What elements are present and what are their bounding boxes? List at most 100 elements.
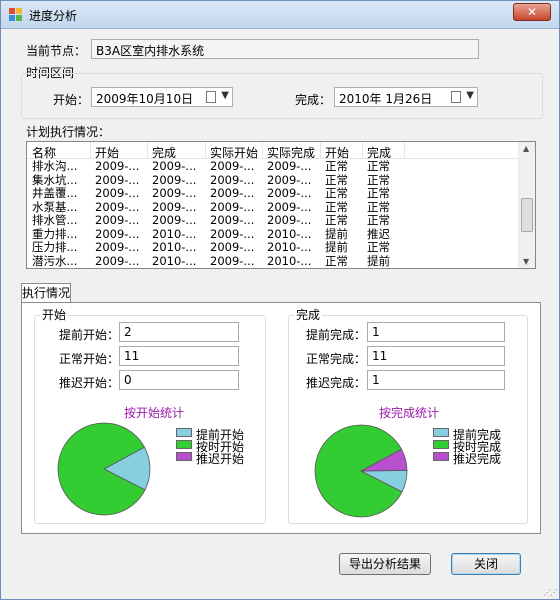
export-results-button[interactable]: 导出分析结果 <box>339 553 431 575</box>
table-row[interactable]: 潜污水... 2009-... 2010-... 2009-... 2010-... 正常… <box>27 253 519 268</box>
legend-swatch <box>433 440 449 449</box>
table-cell: 2009-... <box>267 172 312 187</box>
table-cell: 正常 <box>367 213 390 227</box>
calendar-icon <box>206 91 216 103</box>
table-cell: 2010-... <box>152 240 197 254</box>
table-cell: 潜污水... <box>32 253 78 268</box>
close-button[interactable]: 关闭 <box>451 553 521 575</box>
start-pie-chart <box>57 422 151 516</box>
table-cell: 正常 <box>367 240 390 254</box>
table-cell: 2010-... <box>267 240 312 254</box>
start-chart-title: 按开始统计 <box>124 406 185 420</box>
scroll-up-icon[interactable]: ▲ <box>523 144 529 153</box>
table-cell: 2009-... <box>210 159 255 173</box>
table-cell: 2009-... <box>152 213 197 227</box>
scroll-thumb[interactable] <box>521 198 533 232</box>
table-cell: 提前 <box>325 240 348 254</box>
early-start-field[interactable]: 2 <box>119 322 239 342</box>
table-cell: 2009-... <box>210 213 255 227</box>
table-row[interactable]: 排水沟... 2009-... 2009-... 2009-... 2009-... 正常… <box>27 160 519 173</box>
table-cell: 正常 <box>325 213 348 227</box>
early-start-label: 提前开始： <box>59 328 120 342</box>
legend-label: 推迟完成 <box>453 452 502 466</box>
title-bar: 进度分析 ✕ <box>1 1 559 29</box>
table-cell: 正常 <box>367 186 390 200</box>
plan-list[interactable]: 名称 开始 完成 实际开始 实际完成 开始 完成 排水沟... 2009-... 2… <box>26 141 536 269</box>
late-end-field[interactable]: 1 <box>367 370 505 390</box>
table-cell: 2009-... <box>152 172 197 187</box>
table-row[interactable]: 水泵基... 2009-... 2009-... 2009-... 2009-... 正常… <box>27 199 519 214</box>
resize-grip-icon[interactable]: ⋰⋰ <box>543 588 558 597</box>
close-window-button[interactable]: ✕ <box>513 3 551 21</box>
table-cell: 正常 <box>325 186 348 200</box>
scroll-down-icon[interactable]: ▼ <box>523 257 529 266</box>
end-chart-title: 按完成统计 <box>379 406 440 420</box>
late-start-field[interactable]: 0 <box>119 370 239 390</box>
table-cell: 2009-... <box>95 199 140 214</box>
table-cell: 2009-... <box>267 199 312 214</box>
table-cell: 2009-... <box>267 159 312 173</box>
table-cell: 排水管... <box>32 213 78 227</box>
early-end-field[interactable]: 1 <box>367 322 505 342</box>
table-cell: 集水坑... <box>32 172 78 187</box>
table-row[interactable]: 重力排... 2009-... 2010-... 2009-... 2010-... 提前… <box>27 226 519 241</box>
table-cell: 正常 <box>367 159 390 173</box>
normal-start-label: 正常开始： <box>59 352 120 366</box>
early-end-label: 提前完成： <box>306 328 367 342</box>
window-title: 进度分析 <box>29 9 78 23</box>
tab-execution-status[interactable]: 执行情况 <box>21 283 71 303</box>
normal-end-field[interactable]: 11 <box>367 346 505 366</box>
table-cell: 2009-... <box>267 186 312 200</box>
late-end-label: 推迟完成： <box>306 376 367 390</box>
table-cell: 2009-... <box>210 240 255 254</box>
vertical-scrollbar[interactable]: ▲ ▼ <box>518 142 535 268</box>
table-row[interactable]: 压力排... 2009-... 2010-... 2009-... 2010-... 提前… <box>27 241 519 254</box>
table-cell: 提前 <box>325 226 348 241</box>
table-cell: 2009-... <box>152 159 197 173</box>
table-cell: 2009-... <box>210 172 255 187</box>
table-cell: 2010-... <box>152 253 197 268</box>
table-cell: 2009-... <box>152 186 197 200</box>
table-cell: 2009-... <box>95 159 140 173</box>
table-cell: 2010-... <box>267 253 312 268</box>
end-date-label: 完成： <box>295 93 332 107</box>
chevron-down-icon: ▼ <box>221 90 229 101</box>
calendar-icon <box>451 91 461 103</box>
table-cell: 正常 <box>325 172 348 187</box>
table-cell: 正常 <box>325 253 348 268</box>
table-cell: 提前 <box>367 253 390 268</box>
table-cell: 2009-... <box>95 226 140 241</box>
table-cell: 正常 <box>367 172 390 187</box>
table-cell: 2009-... <box>210 226 255 241</box>
start-date-picker[interactable]: 2009年10月10日 ▼ <box>91 87 233 107</box>
table-cell: 2010-... <box>267 226 312 241</box>
legend-swatch <box>176 452 192 461</box>
table-row[interactable]: 排水管... 2009-... 2009-... 2009-... 2009-... 正常… <box>27 214 519 227</box>
list-header: 名称 开始 完成 实际开始 实际完成 开始 完成 <box>27 142 519 160</box>
table-cell: 正常 <box>325 159 348 173</box>
table-cell: 2009-... <box>267 213 312 227</box>
table-cell: 井盖覆... <box>32 186 78 200</box>
table-cell: 正常 <box>367 199 390 214</box>
table-cell: 推迟 <box>367 226 390 241</box>
table-cell: 2009-... <box>152 199 197 214</box>
legend-swatch <box>433 428 449 437</box>
table-row[interactable]: 集水坑... 2009-... 2009-... 2009-... 2009-... 正常… <box>27 172 519 187</box>
legend-swatch <box>176 440 192 449</box>
table-row[interactable]: 井盖覆... 2009-... 2009-... 2009-... 2009-... 正常… <box>27 187 519 200</box>
table-cell: 排水沟... <box>32 159 78 173</box>
current-node-field: B3A区室内排水系统 <box>91 39 479 59</box>
legend-label: 推迟开始 <box>196 452 245 466</box>
late-start-label: 推迟开始： <box>59 376 120 390</box>
table-cell: 2009-... <box>95 186 140 200</box>
table-cell: 2009-... <box>210 199 255 214</box>
start-group-label: 开始 <box>40 306 69 323</box>
table-cell: 重力排... <box>32 226 78 241</box>
table-cell: 2009-... <box>95 240 140 254</box>
table-cell: 2009-... <box>210 186 255 200</box>
table-cell: 2009-... <box>210 253 255 268</box>
start-date-value: 2009年10月10日 <box>96 92 194 106</box>
end-date-picker[interactable]: 2010年 1月26日 ▼ <box>334 87 478 107</box>
normal-start-field[interactable]: 11 <box>119 346 239 366</box>
table-cell: 水泵基... <box>32 199 78 214</box>
